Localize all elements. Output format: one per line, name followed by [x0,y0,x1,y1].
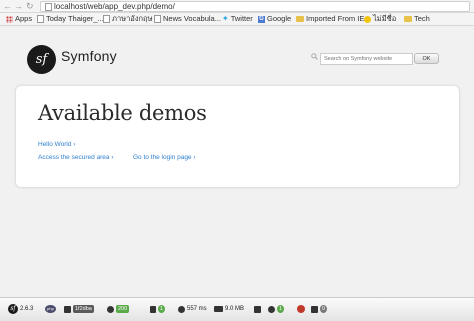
bookmark-apps[interactable]: Apps [6,14,32,24]
symfony-logo-icon: sf [8,304,18,314]
toolbar-route[interactable]: 1 [150,304,166,314]
bookmark-today-thaiger[interactable]: Today Thaiger_... [37,14,104,24]
browser-url-bar: ← → ↻ localhost/web/app_dev.php/demo/ [0,0,474,13]
symfony-logo-icon[interactable]: sf [27,45,56,74]
toolbar-memory[interactable]: 9.0 MB [214,304,244,314]
toolbar-security[interactable] [297,304,305,314]
timer-icon [178,305,185,313]
reload-icon[interactable]: ↻ [26,1,34,11]
bookmark-untitled[interactable]: ไม่มีชื่อ [364,14,396,24]
time-value: 557 ms [187,306,207,312]
toolbar-logger[interactable]: 1 [268,304,285,314]
toolbar-timer[interactable]: 557 ms [178,304,207,314]
content-card: Available demos Hello World › Access the… [15,85,460,188]
page-icon [37,15,44,23]
search-icon [311,53,318,60]
logger-count-badge: 1 [277,305,285,313]
status-badge: 200 [116,305,130,313]
bookmark-google[interactable]: G Google [258,14,291,24]
toolbar-twig[interactable]: 0 [311,304,328,314]
address-bar[interactable]: localhost/web/app_dev.php/demo/ [40,1,470,12]
route-count-badge: 1 [158,305,166,313]
web-debug-toolbar: sf 2.6.3 php 1f2dba 200 1 557 ms 9.0 MB … [0,297,474,321]
toolbar-form[interactable] [254,304,261,314]
logo-text[interactable]: Symfony [61,48,117,64]
twitter-bird-icon: ✦ [222,14,229,23]
apps-grid-icon [6,15,13,23]
folder-icon [296,16,304,22]
toolbar-version[interactable]: sf 2.6.3 [8,304,33,314]
twig-icon [311,305,318,313]
toolbar-token[interactable]: 1f2dba [64,304,94,314]
page-title: Available demos [38,101,207,125]
bookmarks-bar: Apps Today Thaiger_... ภาษาอังกฤษ News V… [0,13,474,26]
twig-count-badge: 0 [320,305,328,313]
secured-area-link[interactable]: Access the secured area › [38,154,114,161]
config-icon [64,305,71,313]
login-page-link[interactable]: Go to the login page › [133,154,196,161]
memory-icon [214,306,223,312]
form-icon [254,305,261,313]
back-arrow-icon[interactable]: ← [3,1,12,11]
bookmark-imported-from-ie[interactable]: Imported From IE [296,14,364,24]
bookmark-tech[interactable]: Tech [404,14,430,24]
address-url[interactable]: localhost/web/app_dev.php/demo/ [54,2,175,11]
toolbar-request[interactable]: 200 [107,304,130,314]
page-icon [154,15,161,23]
page-icon [45,3,52,11]
search-input[interactable] [320,53,413,65]
bookmark-thai-english[interactable]: ภาษาอังกฤษ [103,14,153,24]
php-icon: php [45,305,56,313]
google-icon: G [258,15,265,23]
token-badge: 1f2dba [73,305,94,313]
request-icon [107,305,114,313]
memory-value: 9.0 MB [225,306,245,312]
bookmark-news-vocabulary[interactable]: News Vocabula... [154,14,221,24]
smiley-icon [364,15,371,23]
logger-icon [268,305,275,313]
toolbar-php[interactable]: php [45,304,56,314]
security-icon [297,305,305,313]
route-icon [150,305,156,313]
bookmark-twitter[interactable]: ✦ Twitter [222,14,253,24]
search-ok-button[interactable]: OK [414,53,439,64]
forward-arrow-icon[interactable]: → [14,1,23,11]
hello-world-link[interactable]: Hello World › [38,141,75,148]
page-icon [103,15,110,23]
folder-icon [404,16,412,22]
